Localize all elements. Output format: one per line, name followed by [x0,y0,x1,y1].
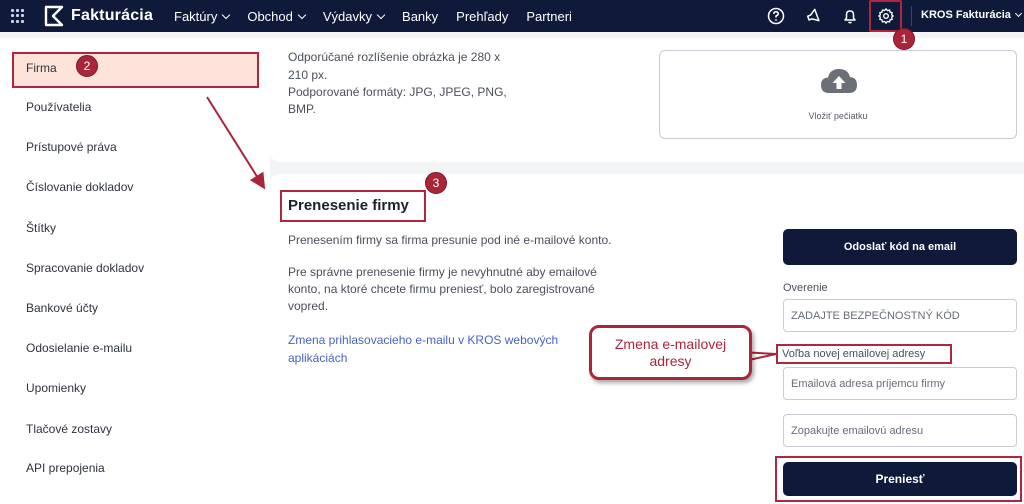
sidebar-item-spracovanie[interactable]: Spracovanie dokladov [26,261,144,275]
sidebar-item-api[interactable]: API prepojenia [26,461,105,475]
title-highlight-box [280,190,426,222]
sidebar-item-odosielanie[interactable]: Odosielanie e-mailu [26,341,132,355]
app-logo[interactable]: Fakturácia [42,5,153,27]
callout-email-change: Zmena e-mailovej adresy [589,325,752,380]
gear-highlight-box [869,0,902,32]
sidebar-item-cislovanie[interactable]: Číslovanie dokladov [26,180,133,194]
security-code-input[interactable]: ZADAJTE BEZPEČNOSTNÝ KÓD [783,299,1017,332]
nav-item-label: Banky [402,8,439,24]
chevron-down-icon [297,10,307,19]
stamp-resolution-text: Odporúčané rozlíšenie obrázka je 280 x [288,50,501,64]
user-menu[interactable]: KROS Fakturácia [921,9,1022,21]
new-email-input[interactable]: Emailová adresa príjemcu firmy [783,367,1017,400]
nav-item-vydavky[interactable]: Výdavky [322,8,386,24]
transfer-intro-text: Prenesením firmy sa firma presunie pod i… [288,233,612,247]
new-email-label-highlight [776,344,952,364]
nav-item-label: Faktúry [174,8,218,24]
sidebar-item-tlacove-zostavy[interactable]: Tlačové zostavy [26,422,112,436]
stamp-upload-dropzone[interactable]: Vložiť pečiatku [659,50,1017,139]
main-nav: Faktúry Obchod Výdavky Banky Prehľady Pa… [174,0,590,32]
stamp-upload-label: Vložiť pečiatku [808,111,868,121]
stamp-formats-text: Podporované formáty: JPG, JPEG, PNG, [288,85,507,99]
help-link-line-2: aplikáciách [288,351,348,365]
sidebar-item-stitky[interactable]: Štítky [26,221,56,235]
nav-item-label: Výdavky [322,8,373,24]
step-badge-3: 3 [425,172,447,194]
chevron-down-icon [222,10,231,19]
send-code-button[interactable]: Odoslať kód na email [783,229,1017,265]
repeat-email-input[interactable]: Zopakujte emailovú adresu [783,414,1017,447]
user-separator [911,6,912,26]
nav-item-prehlady[interactable]: Prehľady [456,9,508,24]
help-link[interactable]: Zmena prihlasovacieho e-mailu v KROS web… [288,331,598,367]
transfer-note-text: Pre správne prenesenie firmy je nevyhnut… [288,265,597,279]
logo-icon [44,5,64,27]
sidebar-item-bankove-ucty[interactable]: Bankové účty [26,301,98,315]
logo-text: Fakturácia [71,7,154,24]
nav-item-partneri[interactable]: Partneri [526,9,572,24]
sidebar-item-upomienky[interactable]: Upomienky [26,381,86,395]
help-icon[interactable] [766,6,786,26]
verify-label: Overenie [783,282,828,294]
bell-icon[interactable] [840,6,860,26]
chevron-down-icon [376,10,386,19]
sidebar-item-pristupove-prava[interactable]: Prístupové práva [26,140,117,154]
cloud-upload-icon [821,69,857,93]
user-name: KROS Fakturácia [921,9,1011,21]
help-link-line-1: Zmena prihlasovacieho e-mailu v KROS web… [288,333,559,347]
app-grid-icon[interactable] [11,9,25,23]
chevron-down-icon [1014,9,1022,18]
stamp-formats-text-2: BMP. [288,102,316,116]
nav-item-label: Obchod [247,8,293,24]
nav-item-label: Prehľady [456,8,509,24]
nav-item-faktury[interactable]: Faktúry [174,8,231,24]
transfer-note-text-2: konto, na ktoré chcete firmu preniesť, b… [288,282,595,296]
callout-line-1: Zmena e-mailovej [614,336,727,352]
stamp-resolution-text-2: 210 px. [288,68,328,82]
nav-item-label: Partneri [526,8,572,24]
submit-highlight-box [775,456,1022,502]
transfer-note-text-3: vopred. [288,299,329,313]
sidebar-item-firma[interactable]: Firma [26,61,57,75]
step-badge-2: 2 [76,55,98,77]
step-badge-1: 1 [893,28,915,50]
settings-sidebar: Firma Používatelia Prístupové práva Čísl… [0,38,270,504]
nav-item-obchod[interactable]: Obchod [247,8,307,24]
nav-item-banky[interactable]: Banky [402,9,438,24]
megaphone-icon[interactable] [804,6,824,26]
sidebar-item-pouzivatelia[interactable]: Používatelia [26,100,91,114]
callout-line-2: adresy [649,353,692,369]
